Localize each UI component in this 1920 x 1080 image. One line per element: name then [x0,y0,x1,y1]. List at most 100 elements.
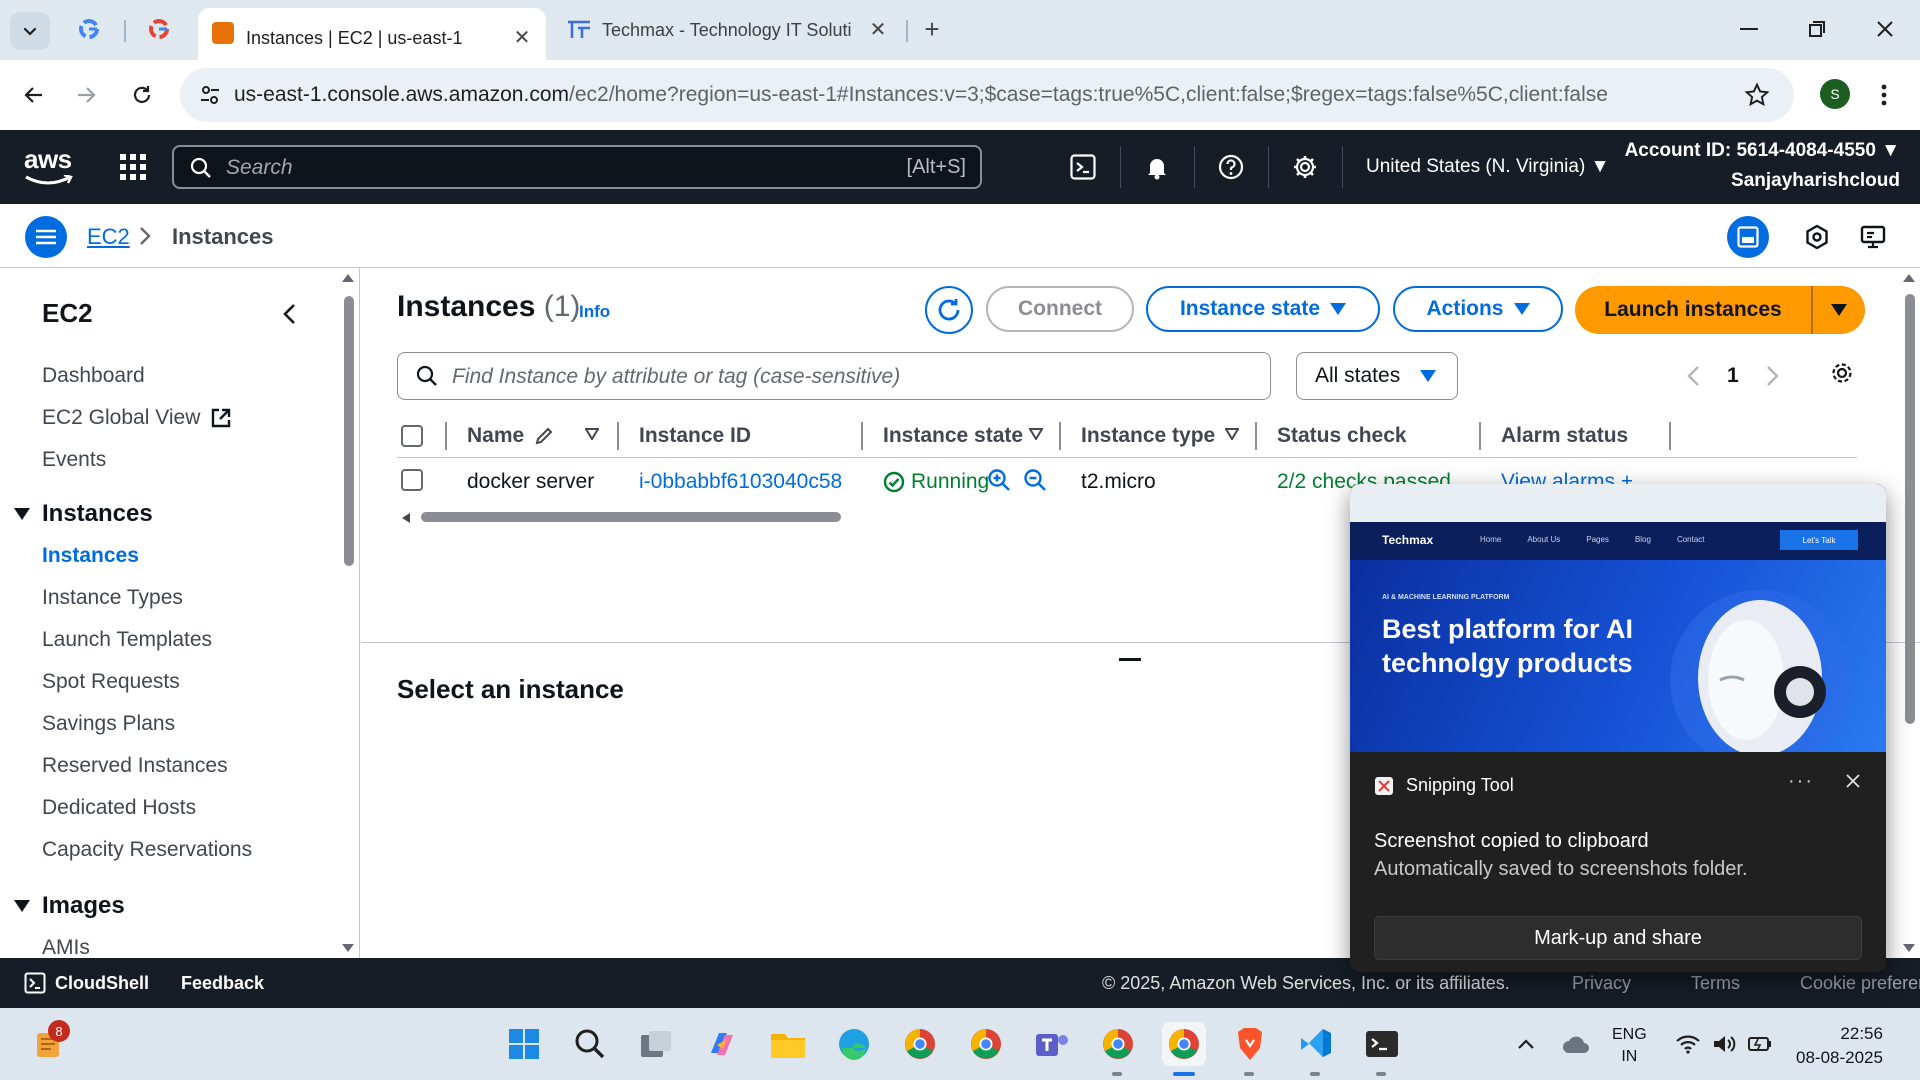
snipping-tool-notification[interactable]: Techmax Home About Us Pages Blog Contact… [1350,484,1886,972]
info-link[interactable]: Info [579,302,610,322]
browser-menu-icon[interactable] [1876,80,1892,110]
nav-item-global-view[interactable]: EC2 Global View [42,406,232,430]
nav-item-amis[interactable]: AMIs [42,936,90,958]
feedback-link[interactable]: Feedback [181,973,264,994]
column-divider[interactable] [1479,422,1481,450]
markup-and-share-button[interactable]: Mark-up and share [1374,916,1862,960]
terminal-icon[interactable] [1360,1022,1404,1066]
actions-button[interactable]: Actions [1393,286,1563,332]
site-settings-icon[interactable] [198,83,222,107]
system-clock[interactable]: 22:56 08-08-2025 [1796,1022,1883,1070]
nav-item-events[interactable]: Events [42,448,106,472]
sort-caret-icon[interactable] [585,428,599,440]
table-horizontal-scrollbar[interactable] [421,512,841,522]
instance-filter-input[interactable]: Find Instance by attribute or tag (case-… [397,352,1271,400]
services-menu-icon[interactable] [120,154,146,180]
account-menu[interactable]: Account ID: 5614-4084-4550 ▼ Sanjayharis… [1625,140,1900,192]
google-tab[interactable] [74,14,104,44]
edge-browser-icon[interactable] [832,1022,876,1066]
task-view-icon[interactable] [634,1022,678,1066]
onedrive-cloud-icon[interactable] [1554,1022,1598,1066]
screenshot-preview[interactable]: Techmax Home About Us Pages Blog Contact… [1350,484,1886,752]
forward-icon[interactable] [68,77,104,113]
privacy-link[interactable]: Privacy [1572,973,1631,994]
tab-title[interactable]: Techmax - Technology IT Soluti [602,20,854,41]
page-prev-icon[interactable] [1687,365,1701,387]
teams-icon[interactable] [1030,1022,1074,1066]
file-explorer-icon[interactable] [766,1022,810,1066]
cookie-preferences-link[interactable]: Cookie preferences [1800,973,1920,994]
split-panel-icon[interactable] [1727,216,1769,258]
language-indicator[interactable]: ENG IN [1612,1024,1647,1068]
brave-icon[interactable] [1228,1022,1272,1066]
table-preferences-gear-icon[interactable] [1829,360,1855,386]
profile-avatar[interactable]: S [1820,79,1850,109]
new-tab-icon[interactable]: + [920,14,944,45]
column-divider[interactable] [1059,422,1061,450]
main-scrollbar-thumb[interactable] [1905,294,1915,724]
chrome-profile-icon[interactable] [898,1022,942,1066]
split-panel-drag-handle[interactable] [1119,658,1141,661]
terms-link[interactable]: Terms [1691,973,1740,994]
collapse-nav-icon[interactable] [282,302,298,326]
taskbar-search-icon[interactable] [568,1022,612,1066]
column-header-status-check[interactable]: Status check [1277,424,1407,448]
column-divider[interactable] [445,422,447,450]
nav-item-reserved-instances[interactable]: Reserved Instances [42,754,228,778]
help-icon[interactable] [1216,152,1246,182]
url-bar[interactable]: us-east-1.console.aws.amazon.com/ec2/hom… [180,68,1794,122]
cloudshell-icon[interactable] [1068,152,1098,182]
nav-item-savings-plans[interactable]: Savings Plans [42,712,175,736]
nav-item-dashboard[interactable]: Dashboard [42,364,145,388]
show-hidden-icons-chevron-icon[interactable] [1504,1022,1548,1066]
back-icon[interactable] [16,77,52,113]
nav-section-images[interactable]: Images [14,892,125,920]
more-options-icon[interactable]: ··· [1788,770,1814,793]
column-divider[interactable] [1669,422,1671,450]
nav-item-dedicated-hosts[interactable]: Dedicated Hosts [42,796,196,820]
reload-icon[interactable] [124,77,160,113]
nav-item-instances[interactable]: Instances [42,544,139,568]
column-header-instance-id[interactable]: Instance ID [639,424,751,448]
row-checkbox[interactable] [401,469,423,491]
column-header-alarm-status[interactable]: Alarm status [1501,424,1628,448]
battery-icon[interactable] [1738,1022,1782,1066]
select-all-checkbox[interactable] [401,425,423,447]
breadcrumb-ec2-link[interactable]: EC2 [87,224,130,250]
close-tab-icon[interactable]: ✕ [866,17,890,42]
aws-search-input[interactable]: Search [Alt+S] [172,145,982,189]
launch-instances-button[interactable]: Launch instances [1575,286,1865,334]
nav-scrollbar-thumb[interactable] [344,296,354,566]
refresh-button[interactable] [925,286,973,334]
chrome-profile-icon[interactable] [964,1022,1008,1066]
gear-icon[interactable] [1290,152,1320,182]
aws-logo[interactable]: aws [24,144,74,187]
copilot-icon[interactable] [700,1022,744,1066]
column-header-instance-type[interactable]: Instance type [1081,424,1215,448]
close-icon[interactable] [1844,772,1862,790]
page-number[interactable]: 1 [1727,364,1739,388]
bookmark-star-icon[interactable] [1744,82,1770,108]
column-header-name[interactable]: Name [467,424,554,448]
page-next-icon[interactable] [1765,365,1779,387]
tab-ec2-instances[interactable]: Instances | EC2 | us-east-1 ✕ [198,8,546,60]
nav-item-spot-requests[interactable]: Spot Requests [42,670,180,694]
column-header-instance-state[interactable]: Instance state [883,424,1023,448]
zoom-out-icon[interactable] [1023,468,1047,492]
start-windows-icon[interactable] [502,1022,546,1066]
column-divider[interactable] [617,422,619,450]
restore-icon[interactable] [1802,14,1832,44]
nav-item-launch-templates[interactable]: Launch Templates [42,628,212,652]
sort-caret-icon[interactable] [1029,428,1043,440]
chrome-profile-icon[interactable] [1096,1022,1140,1066]
nav-item-instance-types[interactable]: Instance Types [42,586,183,610]
chrome-active-icon[interactable] [1162,1022,1206,1066]
zoom-in-icon[interactable] [987,468,1011,492]
cell-instance-id-link[interactable]: i-0bbabbf6103040c58 [639,470,842,494]
tab-search-button[interactable] [10,12,50,50]
bell-icon[interactable] [1142,152,1172,182]
close-window-icon[interactable] [1870,14,1900,44]
instance-state-button[interactable]: Instance state [1146,286,1380,332]
connect-button[interactable]: Connect [986,286,1134,332]
minimize-icon[interactable] [1734,14,1764,44]
